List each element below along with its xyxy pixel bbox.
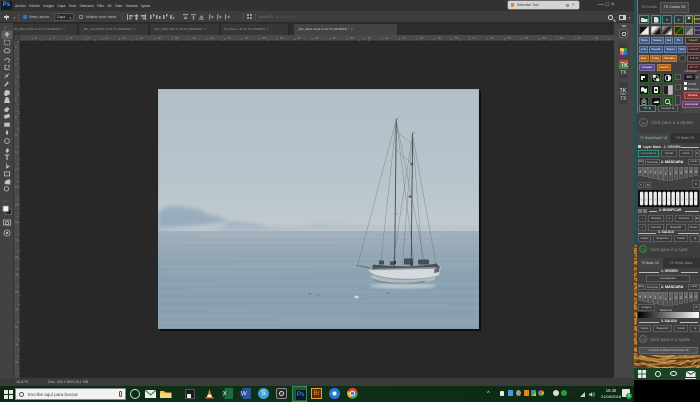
svg-text:4: 4 (53, 36, 55, 40)
svg-text:50: 50 (455, 36, 459, 40)
svg-text:26: 26 (15, 273, 19, 277)
svg-text:36: 36 (333, 36, 337, 40)
svg-text:64: 64 (578, 36, 582, 40)
svg-text:14: 14 (15, 168, 19, 172)
svg-text:12: 12 (15, 150, 19, 154)
svg-text:10: 10 (15, 133, 19, 137)
svg-text:16: 16 (15, 185, 19, 189)
svg-text:52: 52 (473, 36, 477, 40)
svg-text:62: 62 (560, 36, 564, 40)
svg-text:2: 2 (35, 36, 37, 40)
svg-text:38: 38 (350, 36, 354, 40)
svg-text:4: 4 (15, 80, 17, 84)
svg-text:30: 30 (280, 36, 284, 40)
svg-text:6: 6 (70, 36, 72, 40)
svg-text:24: 24 (15, 255, 19, 259)
svg-text:W: W (241, 392, 247, 398)
svg-text:54: 54 (490, 36, 494, 40)
svg-text:18: 18 (175, 36, 179, 40)
svg-text:66: 66 (595, 36, 599, 40)
svg-text:32: 32 (298, 36, 302, 40)
svg-text:34: 34 (15, 343, 19, 347)
svg-text:28: 28 (263, 36, 267, 40)
svg-text:44: 44 (403, 36, 407, 40)
svg-text:58: 58 (525, 36, 529, 40)
svg-text:16: 16 (158, 36, 162, 40)
svg-text:22: 22 (210, 36, 214, 40)
svg-text:...: ... (3, 198, 7, 203)
svg-text:26: 26 (245, 36, 249, 40)
svg-text:24: 24 (228, 36, 232, 40)
svg-text:8: 8 (15, 115, 17, 119)
svg-text:10: 10 (105, 36, 109, 40)
svg-text:36: 36 (15, 360, 19, 364)
svg-text:20: 20 (193, 36, 197, 40)
svg-text:18: 18 (15, 203, 19, 207)
svg-text:42: 42 (385, 36, 389, 40)
svg-text:22: 22 (15, 238, 19, 242)
svg-text:X: X (223, 392, 227, 398)
svg-text:20: 20 (15, 220, 19, 224)
svg-text:56: 56 (508, 36, 512, 40)
svg-text:12: 12 (123, 36, 127, 40)
svg-text:»: » (4, 25, 7, 30)
svg-text:30: 30 (15, 308, 19, 312)
svg-text:60: 60 (543, 36, 547, 40)
svg-text:46: 46 (420, 36, 424, 40)
svg-text:48: 48 (438, 36, 442, 40)
svg-text:32: 32 (15, 325, 19, 329)
svg-text:40: 40 (368, 36, 372, 40)
svg-text:14: 14 (140, 36, 144, 40)
svg-text:34: 34 (315, 36, 319, 40)
svg-text:28: 28 (15, 290, 19, 294)
svg-text:6: 6 (15, 98, 17, 102)
svg-text:2: 2 (15, 63, 17, 67)
svg-text:8: 8 (88, 36, 90, 40)
svg-text:0: 0 (15, 45, 17, 49)
